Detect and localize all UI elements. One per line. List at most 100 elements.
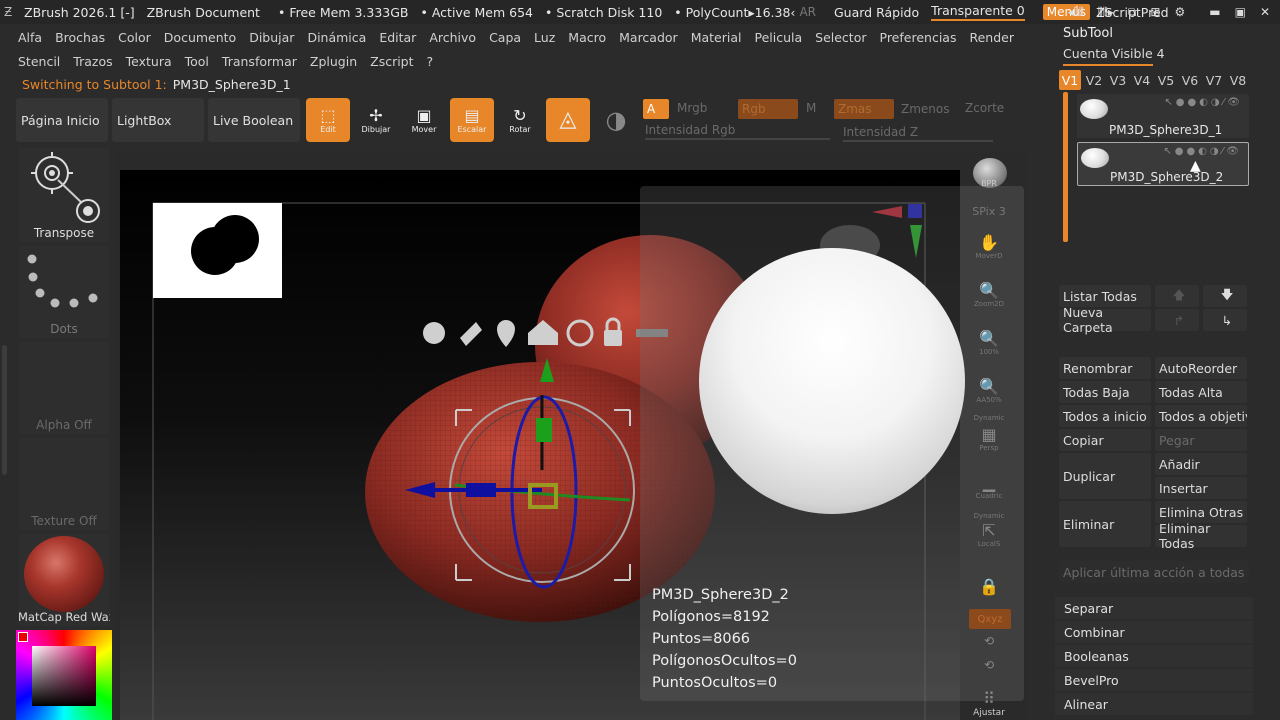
grid-layout-icon[interactable]: ⫴⫴▸ bbox=[1098, 5, 1114, 20]
minimize-icon[interactable]: ▬ bbox=[1209, 5, 1220, 19]
zsub-toggle[interactable]: Zmenos bbox=[901, 102, 950, 116]
mrgb-toggle[interactable]: Mrgb bbox=[677, 101, 707, 115]
version-tab-v4[interactable]: V4 bbox=[1131, 70, 1153, 90]
edit-mode-button[interactable]: ⬚ Edit bbox=[306, 98, 350, 142]
undock-icon[interactable]: ⧉ bbox=[1128, 5, 1137, 20]
subtool-item-2[interactable]: ↖●●◐◑⁄👁 PM3D_Sphere3D_2 bbox=[1077, 142, 1249, 186]
texture-slot[interactable]: Texture Off bbox=[18, 438, 110, 530]
apply-to-all-button[interactable]: Aplicar última acción a todas las SubToo… bbox=[1059, 561, 1249, 583]
gizmo-3d-button[interactable]: ◬ bbox=[546, 98, 590, 142]
frame-button[interactable]: ⠿ Ajustar bbox=[968, 680, 1010, 719]
menu2-item-7[interactable]: ? bbox=[427, 54, 434, 69]
menu-item-11[interactable]: Marcador bbox=[619, 30, 678, 45]
settings-icon[interactable]: ⚙ bbox=[1174, 5, 1185, 19]
rotate-y-button[interactable]: ⟲ bbox=[968, 624, 1010, 650]
all-low-button[interactable]: Todas Baja bbox=[1059, 381, 1151, 403]
subtool-2-toggles[interactable]: ↖●●◐◑⁄👁 bbox=[1163, 146, 1242, 157]
gizmo-settings-icon[interactable] bbox=[423, 322, 445, 344]
autoreorder-button[interactable]: AutoReorder bbox=[1155, 357, 1247, 379]
color-square[interactable] bbox=[32, 646, 96, 706]
lightbox-button[interactable]: LightBox bbox=[112, 98, 204, 142]
rgb-intensity-slider[interactable]: Intensidad Rgb bbox=[645, 123, 735, 137]
actual-size-button[interactable]: 🔍 100% bbox=[968, 318, 1010, 357]
version-tab-v6[interactable]: V6 bbox=[1179, 70, 1201, 90]
all-high-button[interactable]: Todas Alta bbox=[1155, 381, 1247, 403]
menu2-item-3[interactable]: Tool bbox=[185, 54, 209, 69]
rotate-z-button[interactable]: ⟲ bbox=[968, 648, 1010, 674]
z-intensity-slider[interactable]: Intensidad Z bbox=[843, 125, 918, 139]
lock-view-button[interactable]: 🔒 bbox=[968, 558, 1010, 596]
menu-item-2[interactable]: Color bbox=[118, 30, 151, 45]
all-to-target-button[interactable]: Todos a objetivo bbox=[1155, 405, 1247, 427]
zoom-2d-button[interactable]: 🔍 Zoom2D bbox=[968, 270, 1010, 309]
copy-button[interactable]: Copiar bbox=[1059, 429, 1151, 451]
visible-count-bar[interactable] bbox=[1063, 64, 1153, 66]
version-tab-v7[interactable]: V7 bbox=[1203, 70, 1225, 90]
menu-item-12[interactable]: Material bbox=[691, 30, 742, 45]
left-tray-handle[interactable] bbox=[2, 345, 7, 475]
layout-icon[interactable]: ◂⫴⫴ bbox=[1068, 5, 1084, 20]
material-sphere-button[interactable]: ◑ bbox=[594, 98, 638, 142]
menu-item-8[interactable]: Capa bbox=[489, 30, 521, 45]
folder-in-button[interactable]: ↱ bbox=[1155, 309, 1199, 331]
menu-item-5[interactable]: Dinámica bbox=[307, 30, 366, 45]
append-button[interactable]: Añadir bbox=[1155, 453, 1247, 475]
quicksave-button[interactable]: Guard Rápido bbox=[834, 5, 919, 20]
menu-item-6[interactable]: Editar bbox=[379, 30, 416, 45]
delete-other-button[interactable]: Elimina Otras bbox=[1155, 501, 1247, 523]
move-up-button[interactable]: 🡅 bbox=[1155, 285, 1199, 307]
z-intensity-track[interactable] bbox=[843, 140, 993, 142]
menu-item-9[interactable]: Luz bbox=[534, 30, 555, 45]
move-view-button[interactable]: ✋ MoverD bbox=[968, 222, 1010, 261]
menu2-item-6[interactable]: Zscript bbox=[370, 54, 413, 69]
move-down-button[interactable]: 🡇 bbox=[1203, 285, 1247, 307]
floor-grid-button[interactable]: ▁ Cuadric bbox=[968, 462, 1010, 501]
material-slot[interactable]: MatCap Red Wax bbox=[18, 534, 110, 626]
subtool-1-toggles[interactable]: ↖●●◐◑⁄👁 bbox=[1164, 97, 1243, 108]
stroke-slot[interactable]: Dots bbox=[18, 246, 110, 338]
menu-item-1[interactable]: Brochas bbox=[55, 30, 105, 45]
maximize-icon[interactable]: ▣ bbox=[1235, 5, 1246, 19]
transpose-brush-slot[interactable]: Transpose bbox=[18, 148, 110, 242]
subtool-item-1[interactable]: ↖●●◐◑⁄👁 PM3D_Sphere3D_1 bbox=[1077, 94, 1249, 138]
menu2-item-0[interactable]: Stencil bbox=[18, 54, 60, 69]
alpha-slot[interactable]: Alpha Off bbox=[18, 342, 110, 434]
live-boolean-button[interactable]: Live Boolean bbox=[208, 98, 300, 142]
rotate-mode-button[interactable]: ↻ Rotar bbox=[498, 98, 542, 142]
subpalette-boolean[interactable]: Booleanas bbox=[1055, 645, 1253, 667]
version-tab-v5[interactable]: V5 bbox=[1155, 70, 1177, 90]
version-tab-v1[interactable]: V1 bbox=[1059, 70, 1081, 90]
menu2-item-5[interactable]: Zplugin bbox=[310, 54, 357, 69]
menu-item-10[interactable]: Macro bbox=[568, 30, 606, 45]
all-to-home-button[interactable]: Todos a inicio bbox=[1059, 405, 1151, 427]
menu2-item-2[interactable]: Textura bbox=[126, 54, 172, 69]
home-page-button[interactable]: Página Inicio bbox=[16, 98, 108, 142]
new-folder-button[interactable]: Nueva Carpeta bbox=[1059, 305, 1151, 335]
transparent-slider[interactable]: Transparente 0 bbox=[931, 3, 1025, 21]
subtool-header[interactable]: SubTool bbox=[1063, 26, 1113, 41]
move-mode-button[interactable]: ▣ Mover bbox=[402, 98, 446, 142]
paste-button[interactable]: Pegar bbox=[1155, 429, 1247, 451]
menu-item-14[interactable]: Selector bbox=[815, 30, 866, 45]
m-toggle[interactable]: M bbox=[806, 101, 816, 115]
list-all-button[interactable]: Listar Todas bbox=[1059, 285, 1151, 307]
subpalette-split[interactable]: Separar bbox=[1055, 597, 1253, 619]
local-symmetry-button[interactable]: ⇱ LocalS bbox=[968, 510, 1010, 549]
gizmo-lock-icon[interactable] bbox=[604, 330, 622, 346]
rgb-intensity-track[interactable] bbox=[645, 138, 830, 140]
menu-item-3[interactable]: Documento bbox=[164, 30, 236, 45]
menu-item-4[interactable]: Dibujar bbox=[249, 30, 294, 45]
spix-slider[interactable]: SPix 3 bbox=[968, 180, 1010, 218]
scale-mode-button[interactable]: ▤ Escalar bbox=[450, 98, 494, 142]
version-tab-v8[interactable]: V8 bbox=[1227, 70, 1249, 90]
subpalette-align[interactable]: Alinear bbox=[1055, 693, 1253, 715]
subpalette-merge[interactable]: Combinar bbox=[1055, 621, 1253, 643]
zadd-toggle[interactable]: Zmas bbox=[834, 99, 894, 119]
gizmo-location-icon[interactable] bbox=[497, 320, 515, 347]
menu2-item-1[interactable]: Trazos bbox=[73, 54, 112, 69]
version-tab-v3[interactable]: V3 bbox=[1107, 70, 1129, 90]
version-tab-v2[interactable]: V2 bbox=[1083, 70, 1105, 90]
folder-out-button[interactable]: ↳ bbox=[1203, 309, 1247, 331]
ui-layout-icon[interactable]: ⊞ bbox=[1150, 5, 1160, 19]
rename-button[interactable]: Renombrar bbox=[1059, 357, 1151, 379]
